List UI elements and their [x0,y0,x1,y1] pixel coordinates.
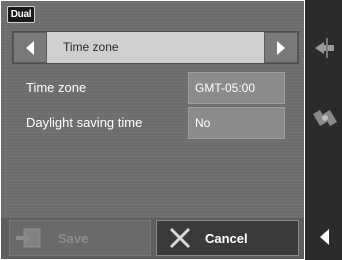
timezone-nav-bar: Time zone [12,31,299,64]
prev-button[interactable] [13,32,47,63]
cancel-label: Cancel [205,230,248,246]
cancel-x-icon [169,227,191,249]
side-panel [305,0,342,260]
back-arrow-icon[interactable] [312,224,338,250]
action-bar: Save Cancel [1,218,304,259]
dual-logo: Dual [7,6,35,23]
save-button[interactable]: Save [9,220,151,256]
nav-title: Time zone [63,40,119,54]
save-icon [16,228,41,248]
settings-screen: Dual Time zone Time zone GMT-05:00 Dayli… [1,1,304,259]
timezone-label: Time zone [26,80,87,95]
satellite-icon[interactable] [312,105,338,131]
timezone-value-field[interactable]: GMT-05:00 [188,72,285,104]
dst-label: Daylight saving time [26,115,143,130]
next-button[interactable] [264,32,298,63]
chevron-right-icon [277,40,285,55]
save-label: Save [58,230,89,246]
dst-value-field[interactable]: No [188,107,285,139]
chevron-left-icon [26,40,34,55]
route-sign-icon[interactable] [312,34,338,60]
cancel-button[interactable]: Cancel [156,220,299,256]
